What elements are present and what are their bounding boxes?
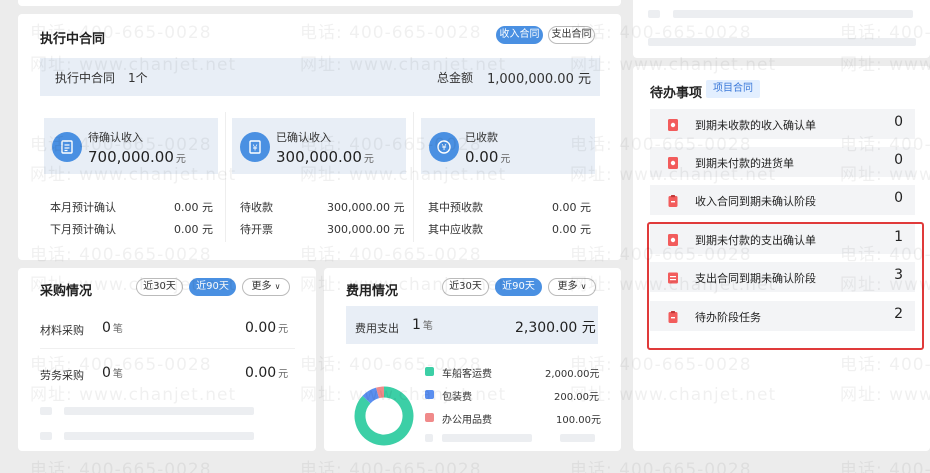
purchase-row-count: 0笔	[102, 365, 123, 381]
stat-row-label: 下月预计确认	[50, 223, 116, 236]
legend-value: 200.00元	[554, 392, 599, 403]
donut-slice	[362, 387, 380, 404]
todo-item-label: 到期未收款的收入确认单	[695, 119, 816, 132]
svg-text:¥: ¥	[252, 144, 257, 153]
legend-swatch	[425, 390, 434, 399]
stat-row-value: 300,000.00 元	[327, 223, 405, 236]
stat-label: 已确认收入	[276, 131, 331, 144]
top-partial-panel-left	[18, 0, 621, 6]
stat-row-value: 0.00 元	[174, 223, 213, 236]
contracts-total-label: 总金额	[437, 71, 474, 85]
todo-item-label: 到期未付款的进货单	[695, 157, 794, 170]
contracts-total-value: 1,000,000.00 元	[487, 72, 591, 87]
legend-name: 车船客运费	[442, 369, 492, 380]
stat-row-label: 待收款	[240, 201, 273, 214]
placeholder-bar	[64, 432, 254, 440]
stat-row-label: 本月预计确认	[50, 201, 116, 214]
expense-title: 费用情况	[346, 284, 399, 299]
todo-item-count: 0	[894, 152, 903, 168]
top-partial-panel-right	[633, 0, 930, 58]
stat-divider	[413, 112, 414, 242]
svg-text:¥: ¥	[441, 143, 446, 152]
placeholder-bar	[64, 407, 254, 415]
todo-item-label: 收入合同到期未确认阶段	[695, 195, 816, 208]
contracts-count-label: 执行中合同	[55, 71, 116, 85]
todo-item-count: 0	[894, 114, 903, 130]
filter-90-days[interactable]: 近90天	[495, 278, 542, 296]
chevron-down-icon: ∨	[274, 282, 281, 291]
purchase-row-label: 材料采购	[40, 324, 84, 337]
placeholder-bar	[648, 10, 660, 18]
placeholder-bar	[673, 10, 913, 18]
expense-summary-label: 费用支出	[355, 322, 399, 335]
stat-label: 已收款	[465, 131, 498, 144]
stat-value: 700,000.00 元	[88, 148, 186, 166]
highlight-box	[647, 222, 924, 350]
stat-value: 300,000.00 元	[276, 148, 374, 166]
stat-label: 待确认收入	[88, 131, 143, 144]
placeholder-bar	[40, 432, 52, 440]
filter-30-days[interactable]: 近30天	[442, 278, 489, 296]
contracts-count-value: 1个	[128, 71, 148, 85]
stat-divider	[225, 112, 226, 242]
watermark: 电话: 400-665-0028	[30, 460, 212, 473]
document-list-icon	[52, 132, 82, 162]
receipt-icon	[666, 155, 680, 169]
expense-summary-count: 1笔	[412, 317, 433, 333]
placeholder-bar	[40, 407, 52, 415]
legend-value: 100.00元	[556, 415, 601, 426]
yen-receipt-icon: ¥	[240, 132, 270, 162]
tab-expense-contracts[interactable]: 支出合同	[548, 26, 595, 44]
legend-swatch	[425, 413, 434, 422]
purchase-row-count: 0笔	[102, 320, 123, 336]
filter-90-days[interactable]: 近90天	[189, 278, 236, 296]
filter-30-days[interactable]: 近30天	[136, 278, 183, 296]
stat-row-label: 待开票	[240, 223, 273, 236]
chevron-down-icon: ∨	[580, 282, 587, 291]
watermark: 电话: 400-665-0028	[570, 460, 752, 473]
more-dropdown[interactable]: 更多 ∨	[548, 278, 596, 296]
legend-swatch	[425, 367, 434, 376]
tab-income-contracts[interactable]: 收入合同	[496, 26, 543, 44]
more-dropdown[interactable]: 更多 ∨	[242, 278, 290, 296]
expense-donut-chart	[354, 386, 414, 446]
purchase-row-label: 劳务采购	[40, 369, 84, 382]
donut-slice	[376, 386, 385, 399]
purchase-row-amount: 0.00 元	[245, 320, 289, 336]
stat-value: 0.00 元	[465, 148, 511, 166]
legend-value: 2,000.00元	[545, 369, 600, 380]
purchase-row-amount: 0.00 元	[245, 365, 289, 381]
todo-item[interactable]: 到期未付款的进货单 0	[650, 147, 915, 177]
stat-row-label: 其中预收款	[428, 201, 483, 214]
contracts-title: 执行中合同	[40, 32, 106, 47]
placeholder-bar	[442, 434, 532, 442]
watermark: 电话: 400-665-0028	[840, 460, 930, 473]
watermark: 电话: 400-665-0028	[300, 460, 482, 473]
legend-name: 办公用品费	[442, 415, 492, 426]
more-label: 更多	[557, 281, 578, 292]
receipt-icon	[666, 117, 680, 131]
purchase-title: 采购情况	[40, 284, 93, 299]
stat-row-value: 300,000.00 元	[327, 201, 405, 214]
clipboard-icon	[666, 193, 680, 207]
placeholder-bar	[425, 434, 433, 442]
todo-tag[interactable]: 项目合同	[706, 80, 760, 98]
todo-item[interactable]: 到期未收款的收入确认单 0	[650, 109, 915, 139]
expense-summary-amount: 2,300.00 元	[515, 320, 596, 336]
todo-item[interactable]: 收入合同到期未确认阶段 0	[650, 185, 915, 215]
legend-name: 包装费	[442, 392, 472, 403]
placeholder-bar	[648, 38, 916, 46]
stat-row-label: 其中应收款	[428, 223, 483, 236]
more-label: 更多	[251, 281, 272, 292]
stat-row-value: 0.00 元	[552, 201, 591, 214]
placeholder-bar	[560, 434, 595, 442]
divider	[40, 348, 295, 349]
todo-title: 待办事项	[650, 86, 703, 101]
yen-coin-icon: ¥	[429, 132, 459, 162]
stat-row-value: 0.00 元	[174, 201, 213, 214]
stat-row-value: 0.00 元	[552, 223, 591, 236]
todo-item-count: 0	[894, 190, 903, 206]
